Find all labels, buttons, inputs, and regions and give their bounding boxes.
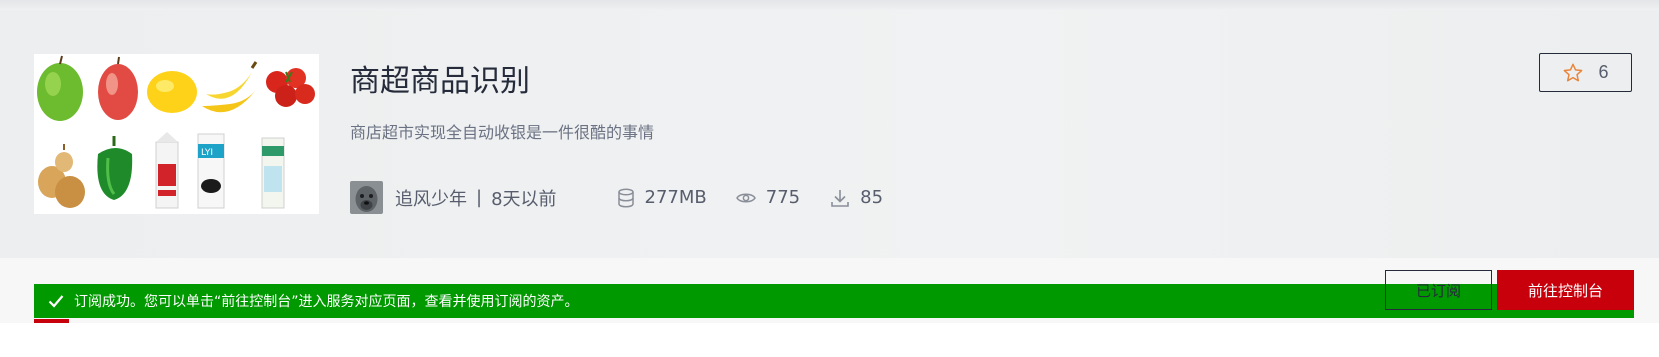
downloads-stat: 85: [830, 187, 883, 208]
downloads-value: 85: [860, 187, 884, 208]
favorite-button[interactable]: 6: [1539, 53, 1632, 92]
asset-thumbnail: LYI: [34, 54, 319, 214]
asset-title: 商超商品识别: [350, 64, 530, 99]
favorite-count: 6: [1598, 62, 1609, 82]
views-stat: 775: [735, 187, 801, 208]
download-icon: [831, 189, 849, 207]
go-to-console-button[interactable]: 前往控制台: [1497, 270, 1634, 310]
subscribed-button[interactable]: 已订阅: [1385, 270, 1492, 310]
size-value: 277MB: [644, 187, 707, 208]
notification-message: 订阅成功。您可以单击“前往控制台”进入服务对应页面，查看并使用订阅的资产。: [74, 294, 579, 310]
milk-carton-icon: [155, 132, 179, 209]
svg-text:LYI: LYI: [201, 148, 213, 158]
meta-separator: |: [476, 187, 483, 208]
views-value: 775: [765, 187, 801, 208]
star-outline-icon: [1564, 63, 1583, 81]
asset-meta: 追风少年 | 8天以前 277MB 775 85: [350, 181, 883, 214]
active-tab-indicator: [34, 319, 69, 323]
eye-icon: [735, 193, 756, 202]
author-name[interactable]: 追风少年: [395, 185, 467, 211]
soy-milk-carton-icon: [261, 137, 285, 209]
juice-carton-icon: LYI: [197, 133, 225, 209]
author-avatar[interactable]: [350, 181, 383, 214]
database-icon: [617, 187, 634, 208]
published-time: 8天以前: [491, 188, 557, 210]
top-shadow: [0, 0, 1659, 10]
check-icon: [48, 294, 64, 308]
size-stat: 277MB: [617, 187, 707, 208]
lemon-icon: [147, 71, 197, 113]
asset-description: 商店超市实现全自动收银是一件很酷的事情: [350, 123, 655, 142]
